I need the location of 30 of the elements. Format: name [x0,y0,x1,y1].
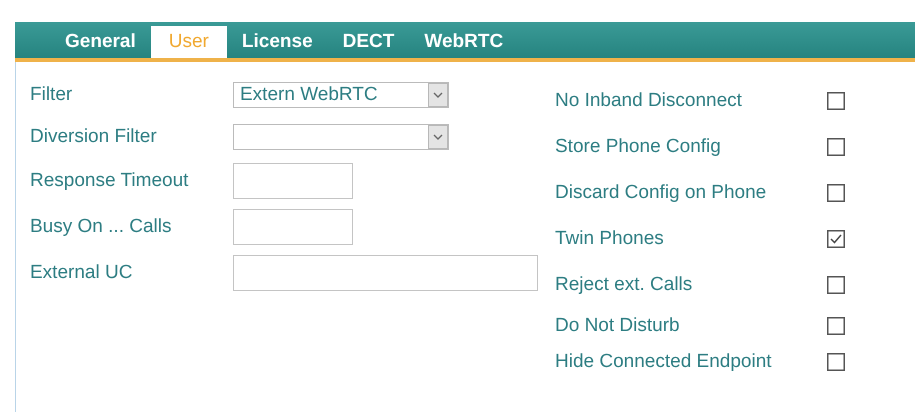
tab[interactable]: License [226,26,328,58]
checkbox[interactable] [827,276,845,294]
checkbox[interactable] [827,353,845,371]
checkbox[interactable] [827,138,845,156]
input-field[interactable] [233,163,353,199]
option-label: Discard Config on Phone [555,182,766,204]
option-label: Store Phone Config [555,136,721,158]
field-label: Busy On ... Calls [30,216,172,238]
field-label: Diversion Filter [30,126,158,148]
field-label: Response Timeout [30,170,190,192]
tab[interactable]: DECT [328,26,410,58]
tab[interactable]: General [50,26,151,58]
input-field[interactable] [233,209,353,245]
option-label: No Inband Disconnect [555,90,742,112]
checkbox[interactable] [827,92,845,110]
dropdown[interactable]: Extern WebRTC [233,82,449,108]
checkbox[interactable] [827,230,845,248]
option-label: Do Not Disturb [555,315,680,337]
caret-icon [428,125,448,149]
field-label: External UC [30,262,134,284]
tab[interactable]: WebRTC [409,26,518,58]
checkbox[interactable] [827,317,845,335]
option-label: Twin Phones [555,228,664,250]
caret-icon [428,83,448,107]
tab[interactable]: User [150,26,227,58]
input-field[interactable] [233,255,538,291]
option-label: Hide Connected Endpoint [555,351,772,373]
option-label: Reject ext. Calls [555,274,692,296]
checkbox[interactable] [827,184,845,202]
field-label: Filter [30,84,74,106]
